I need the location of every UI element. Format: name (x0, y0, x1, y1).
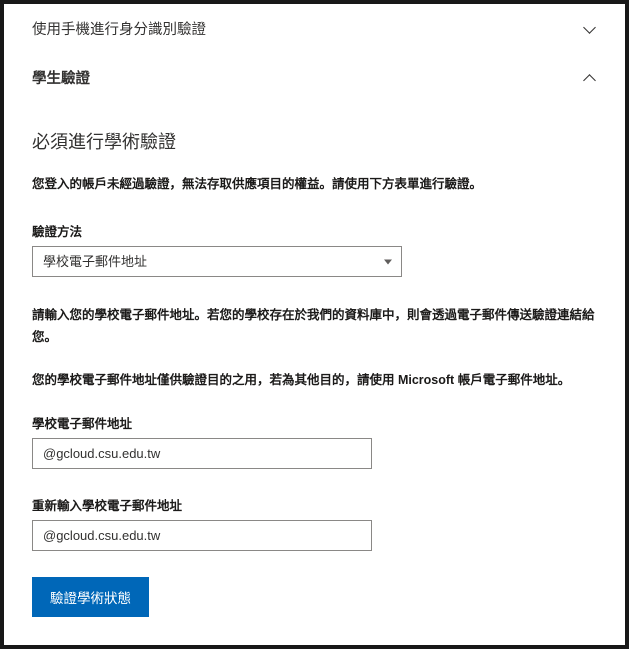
accordion-body: 必須進行學術驗證 您登入的帳戶未經過驗證，無法存取供應項目的權益。請使用下方表單… (4, 102, 625, 645)
school-email-input[interactable] (32, 438, 372, 469)
email-label: 學校電子郵件地址 (32, 413, 597, 432)
confirm-school-email-input[interactable] (32, 520, 372, 551)
confirm-email-label: 重新輸入學校電子郵件地址 (32, 495, 597, 514)
verification-panel: 使用手機進行身分識別驗證 學生驗證 必須進行學術驗證 您登入的帳戶未經過驗證，無… (4, 4, 625, 645)
verification-method-select[interactable]: 學校電子郵件地址 (32, 246, 402, 277)
verify-button[interactable]: 驗證學術狀態 (32, 577, 149, 617)
accordion-phone-verification[interactable]: 使用手機進行身分識別驗證 (4, 4, 625, 53)
method-label: 驗證方法 (32, 221, 597, 240)
accordion-title: 學生驗證 (32, 67, 90, 88)
method-select-wrapper: 學校電子郵件地址 (32, 246, 402, 277)
accordion-student-verification[interactable]: 學生驗證 (4, 53, 625, 102)
chevron-up-icon (583, 71, 597, 85)
chevron-down-icon (583, 22, 597, 36)
helper-text-1: 請輸入您的學校電子郵件地址。若您的學校存在於我們的資料庫中，則會透過電子郵件傳送… (32, 305, 597, 348)
section-heading: 必須進行學術驗證 (32, 128, 597, 154)
helper-text-2: 您的學校電子郵件地址僅供驗證目的之用，若為其他目的，請使用 Microsoft … (32, 370, 597, 391)
intro-text: 您登入的帳戶未經過驗證，無法存取供應項目的權益。請使用下方表單進行驗證。 (32, 174, 597, 195)
accordion-title: 使用手機進行身分識別驗證 (32, 18, 206, 39)
